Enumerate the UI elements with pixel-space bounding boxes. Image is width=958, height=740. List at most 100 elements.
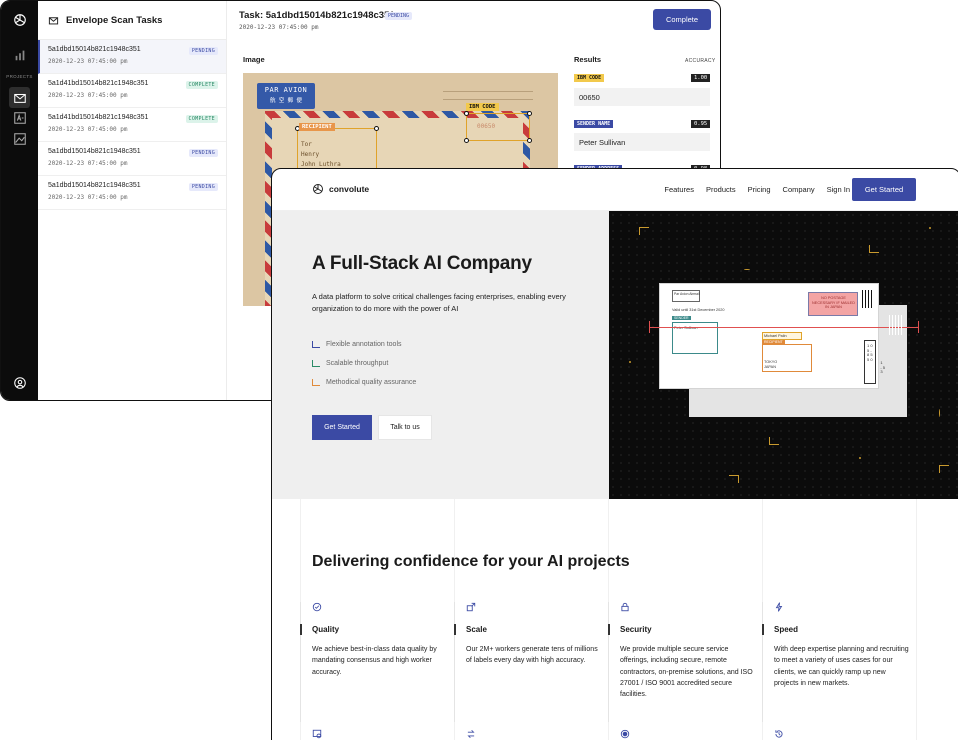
task-list-header: Envelope Scan Tasks — [38, 1, 226, 40]
task-date: 2020-12-23 07:45:00 pm — [48, 58, 128, 65]
feature-item: Flexible annotation tools — [312, 335, 416, 354]
value-prop-title: Scale — [454, 624, 608, 635]
landing-page-window: convolute Features Products Pricing Comp… — [271, 168, 958, 740]
decor-dot — [744, 269, 750, 270]
recipient-tag: RECIPIENT — [299, 123, 335, 131]
value-prop-body: We achieve best-in-class data quality by… — [312, 646, 437, 676]
task-list-item[interactable]: 5a1dbd15014b821c1948c351 2020-12-23 07:4… — [38, 142, 226, 176]
decor-corner — [729, 475, 739, 483]
status-badge: COMPLETE — [185, 81, 218, 89]
code-text: 00650 — [477, 123, 496, 130]
hero-section: A Full-Stack AI Company A data platform … — [272, 211, 609, 499]
task-date: 2020-12-23 07:45:00 pm — [48, 126, 128, 133]
value-prop-body: With deep expertise planning and recruit… — [774, 646, 909, 687]
get-started-button[interactable]: Get Started — [312, 415, 372, 440]
mock-recipient-tag: RECIPIENT — [762, 340, 785, 344]
status-badge: PENDING — [188, 183, 218, 191]
mock-zip: 1 0 5 - 8 5 5 0 — [867, 343, 873, 362]
history-icon — [775, 730, 783, 738]
task-date: 2020-12-23 07:45:00 pm — [239, 24, 319, 31]
image-search-icon — [312, 729, 322, 739]
decor-dot — [859, 457, 861, 459]
mock-sender: Par Avion Airmail — [674, 292, 700, 296]
postmark-line — [443, 91, 533, 92]
nav-link-company[interactable]: Company — [783, 185, 815, 194]
handwriting-line: John Luthra — [301, 161, 341, 168]
feature-item: Methodical quality assurance — [312, 373, 416, 392]
accuracy-label: ACCURACY — [685, 58, 716, 64]
par-avion-label: PAR AVION 航 空 郵 便 — [257, 83, 315, 109]
mock-validity: Valid until 31st December 2020 — [672, 308, 725, 312]
decor-dot — [629, 361, 631, 363]
hero-subtitle: A data platform to solve critical challe… — [312, 292, 566, 313]
barcode-back — [889, 315, 903, 335]
value-prop-title: Quality — [300, 624, 454, 635]
ibm-code-tag: IBM CODE — [466, 103, 499, 111]
value-prop-title: Speed — [762, 624, 916, 635]
feature-item: Scalable throughput — [312, 354, 416, 373]
result-tag: SENDER NAME — [574, 120, 614, 128]
nav-link-products[interactable]: Products — [706, 185, 736, 194]
section-title: Delivering confidence for your AI projec… — [312, 553, 630, 570]
decor-corner — [939, 465, 949, 473]
value-prop-speed: Speed With deep expertise planning and r… — [762, 602, 916, 722]
value-prop-title: Security — [608, 624, 762, 635]
result-accuracy: 0.95 — [691, 120, 711, 128]
task-list-item[interactable]: 5a1dbd15014b821c1948c351 2020-12-23 07:4… — [38, 176, 226, 210]
task-date: 2020-12-23 07:45:00 pm — [48, 194, 128, 201]
arrow-icon — [312, 341, 320, 348]
barcode — [862, 290, 872, 308]
postmark-line — [443, 99, 533, 100]
task-list-item[interactable]: 5a1d41bd15014b821c1948c351 2020-12-23 07… — [38, 108, 226, 142]
complete-button[interactable]: Complete — [653, 9, 711, 30]
result-value-field[interactable]: Peter Sullivan — [574, 133, 710, 151]
feature-list: Flexible annotation tools Scalable throu… — [312, 335, 416, 392]
nav-link-features[interactable]: Features — [664, 185, 694, 194]
transfer-icon — [467, 729, 475, 739]
nav-link-sign-in[interactable]: Sign In — [827, 185, 850, 194]
task-status-badge: PENDING — [385, 12, 413, 20]
status-badge: COMPLETE — [185, 115, 218, 123]
lightning-icon — [775, 602, 783, 612]
task-list-item[interactable]: 5a1dbd15014b821c1948c351 2020-12-23 07:4… — [38, 40, 226, 74]
result-value-field[interactable]: 00650 — [574, 88, 710, 106]
mock-sender-tag: SENDER — [672, 316, 691, 320]
logo-icon — [313, 184, 323, 194]
decor-dot — [939, 409, 940, 417]
logo-icon[interactable] — [12, 12, 28, 28]
task-title: Task: 5a1dbd15014b821c1948c351 — [239, 10, 395, 21]
envelope-project-icon[interactable] — [9, 87, 30, 108]
task-date: 2020-12-23 07:45:00 pm — [48, 160, 128, 167]
target-icon — [620, 729, 630, 739]
top-nav: convolute Features Products Pricing Comp… — [272, 169, 958, 211]
nav-link-pricing[interactable]: Pricing — [748, 185, 771, 194]
check-circle-icon — [312, 602, 322, 612]
scan-line-cap — [649, 321, 650, 333]
user-avatar-icon[interactable] — [12, 375, 28, 391]
results-section-label: Results — [574, 55, 602, 64]
ibm-code-bounding-box[interactable] — [464, 111, 532, 143]
arrow-icon — [312, 379, 320, 386]
nav-links: Features Products Pricing Company Sign I… — [664, 185, 850, 194]
brand-name: convolute — [329, 184, 370, 194]
feature-label: Methodical quality assurance — [326, 379, 417, 386]
value-prop-security: Security We provide multiple secure serv… — [608, 602, 762, 722]
scale-icon — [466, 602, 476, 612]
nav-get-started-button[interactable]: Get Started — [852, 178, 916, 201]
brand[interactable]: convolute — [312, 183, 369, 195]
icon-rail: PROJECTS — [1, 1, 38, 400]
image-project-icon[interactable] — [12, 131, 28, 147]
envelope-card-front: Par Avion Airmail Valid until 31st Decem… — [659, 283, 879, 389]
value-prop-body: Our 2M+ workers generate tens of million… — [466, 646, 598, 665]
talk-to-us-button[interactable]: Talk to us — [378, 415, 432, 440]
decor-dot — [929, 227, 931, 229]
task-list-title: Envelope Scan Tasks — [66, 14, 163, 26]
text-project-icon[interactable] — [12, 110, 28, 126]
status-badge: PENDING — [188, 149, 218, 157]
result-accuracy: 1.00 — [691, 74, 711, 82]
scan-line-cap — [918, 321, 919, 333]
analytics-icon[interactable] — [12, 47, 28, 63]
decor-corner — [869, 245, 879, 253]
decor-corner — [639, 227, 649, 235]
task-list-item[interactable]: 5a1d41bd15014b821c1948c351 2020-12-23 07… — [38, 74, 226, 108]
